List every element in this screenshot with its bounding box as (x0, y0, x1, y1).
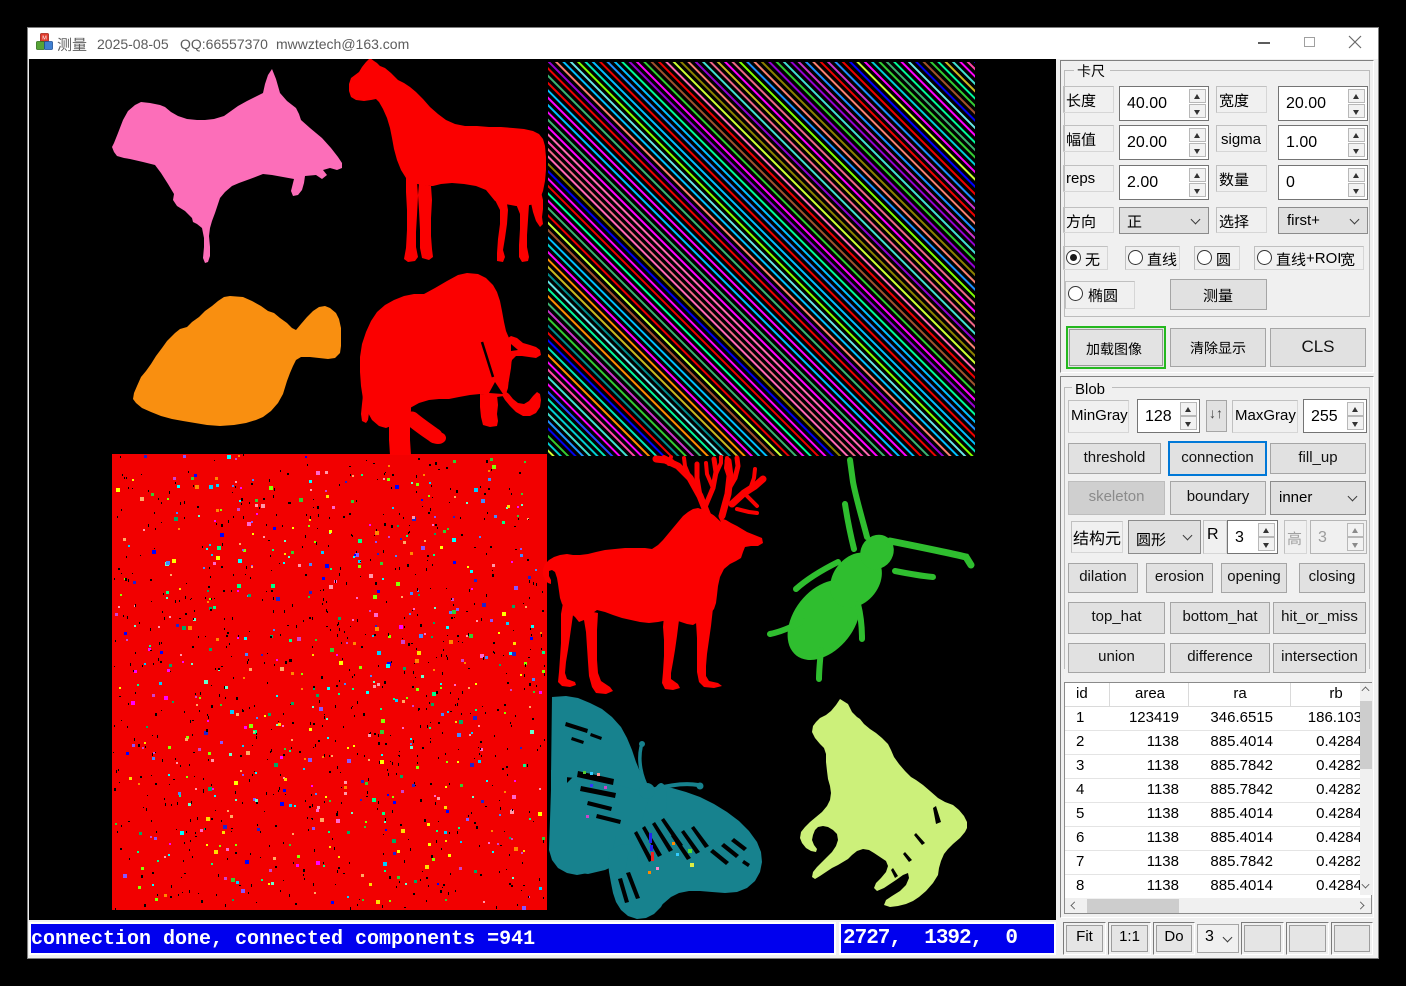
svg-text:M: M (42, 36, 47, 42)
